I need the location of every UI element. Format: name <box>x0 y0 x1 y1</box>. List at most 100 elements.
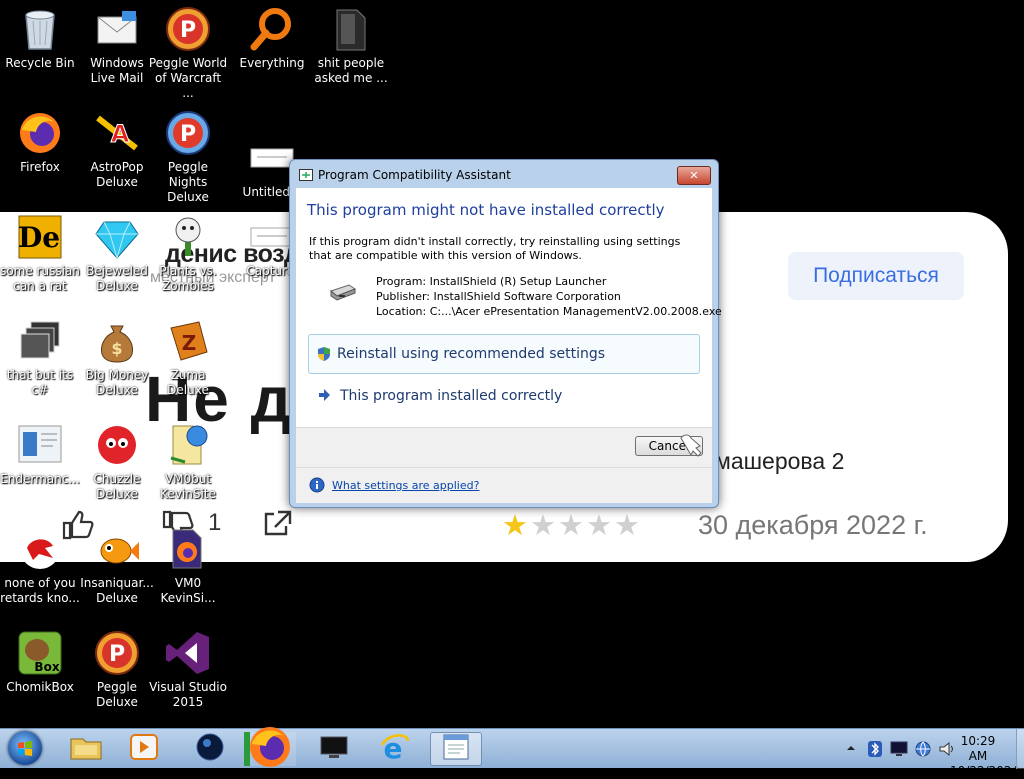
desktop-icon[interactable]: VM0but KevinSite <box>148 422 228 502</box>
taskbar-button[interactable] <box>308 732 360 766</box>
share-icon <box>264 510 292 536</box>
arrow-right-icon <box>319 389 330 401</box>
taskbar-button[interactable] <box>184 732 236 766</box>
reinstall-option-label: Reinstall using recommended settings <box>337 346 606 362</box>
dialog-body: This program might not have installed co… <box>296 188 722 427</box>
firefox-icon <box>247 724 293 774</box>
svg-text:A: A <box>111 120 130 148</box>
desktop-icon[interactable]: De some russian can a rat <box>0 214 80 294</box>
visual-studio-icon <box>165 630 211 676</box>
uac-shield-icon <box>318 347 330 361</box>
desktop-icon-label: Chuzzle Deluxe <box>93 472 141 501</box>
desktop-icon-label: shit people asked me ... <box>314 56 388 85</box>
desktop-icon[interactable]: Insaniquar... Deluxe <box>77 526 157 606</box>
svg-text:P: P <box>109 642 125 667</box>
desktop-icon-label: VM0 KevinSi... <box>160 576 216 605</box>
star-empty-icon: ★ <box>558 508 586 542</box>
desktop-icon[interactable]: none of you retards kno... <box>0 526 80 606</box>
notepad-icon <box>441 733 471 765</box>
review-address: машерова 2 <box>715 448 845 474</box>
taskbar-button[interactable] <box>430 732 482 766</box>
installed-correctly-option[interactable]: This program installed correctly <box>308 380 700 414</box>
desktop-icon[interactable]: Chuzzle Deluxe <box>77 422 157 502</box>
desktop-icon[interactable]: Plants vs. Zombies <box>148 214 228 294</box>
star-empty-icon: ★ <box>586 508 614 542</box>
program-details: Program: InstallShield (R) Setup Launche… <box>376 274 722 319</box>
desktop-icon[interactable]: P Peggle Nights Deluxe <box>148 110 228 205</box>
plants-vs-zombies-icon <box>165 214 211 260</box>
peggle-nights-icon: P <box>165 110 211 156</box>
clock-time: 10:29 AM <box>960 734 996 763</box>
text-file-icon: De <box>17 214 63 260</box>
desktop-icon-label: Firefox <box>20 160 60 174</box>
desktop-icon[interactable]: $ Big Money Deluxe <box>77 318 157 398</box>
everything-search-icon <box>249 6 295 52</box>
review-date: 30 декабря 2022 г. <box>698 510 928 540</box>
folder-icon <box>328 6 374 52</box>
taskbar-button[interactable]: e <box>368 732 420 766</box>
desktop-icon[interactable]: Windows Live Mail <box>77 6 157 86</box>
desktop-icon[interactable]: Everything <box>232 6 312 71</box>
desktop-icon-label: that but its c# <box>6 368 74 397</box>
tray-expand-icon[interactable] <box>846 743 856 753</box>
desktop-icon[interactable]: Endermanc... <box>0 422 80 487</box>
desktop-icon[interactable]: P Peggle World of Warcraft ... <box>148 6 228 101</box>
bluetooth-tray-icon[interactable] <box>866 740 884 758</box>
star-empty-icon: ★ <box>530 508 558 542</box>
desktop-icon-label: VM0but KevinSite <box>160 472 216 501</box>
zuma-icon: Z <box>165 318 211 364</box>
desktop-icon[interactable]: shit people asked me ... <box>311 6 391 86</box>
desktop-icon-label: Recycle Bin <box>5 56 75 70</box>
desktop-icon-label: Peggle Deluxe <box>96 680 138 709</box>
taskbar-button[interactable] <box>244 727 296 767</box>
program-location: Location: C:...\Acer ePresentation Manag… <box>376 305 722 318</box>
desktop-icon-label: Everything <box>239 56 305 70</box>
desktop-icon-label: none of you retards kno... <box>0 576 80 605</box>
svg-text:$: $ <box>111 339 122 358</box>
reinstall-recommended-option[interactable]: Reinstall using recommended settings <box>308 334 700 374</box>
chomikbox-icon: Box <box>17 630 63 676</box>
installed-correctly-label: This program installed correctly <box>340 388 563 404</box>
mouse-cursor-icon <box>680 434 702 457</box>
taskbar-clock[interactable]: 10:29 AM 10/22/2024 <box>950 734 1020 779</box>
desktop-icon[interactable]: Box ChomikBox <box>0 630 80 695</box>
desktop-icon[interactable]: Z Zuma Deluxe <box>148 318 228 398</box>
clock-date: 10/22/2024 <box>950 764 1020 778</box>
desktop-icon[interactable]: that but its c# <box>0 318 80 398</box>
taskbar-button[interactable] <box>60 732 112 766</box>
media-player-icon <box>129 733 159 765</box>
installer-program-icon <box>329 284 357 301</box>
desktop-icon-label: Big Money Deluxe <box>85 368 149 397</box>
desktop-icon[interactable]: A AstroPop Deluxe <box>77 110 157 190</box>
desktop-icon[interactable]: VM0 KevinSi... <box>148 526 228 606</box>
screenshot-file-icon <box>17 422 63 468</box>
program-compatibility-dialog: Program Compatibility Assistant ✕ This p… <box>289 159 722 508</box>
desktop-icon[interactable]: Bejeweled Deluxe <box>77 214 157 294</box>
svg-text:Box: Box <box>34 660 59 674</box>
desktop-icon-label: Windows Live Mail <box>90 56 144 85</box>
compatibility-app-icon <box>299 169 313 181</box>
desktop-icon[interactable]: P Peggle Deluxe <box>77 630 157 710</box>
star-empty-icon: ★ <box>614 508 642 542</box>
monitor-tray-icon[interactable] <box>890 741 908 757</box>
network-tray-icon[interactable] <box>914 740 932 758</box>
file-explorer-icon <box>69 733 103 765</box>
desktop-icon-label: AstroPop Deluxe <box>90 160 144 189</box>
desktop-icon-label: Peggle World of Warcraft ... <box>148 56 228 100</box>
show-desktop-button[interactable] <box>1016 729 1024 769</box>
dialog-footer: Cancel <box>296 427 712 467</box>
star-filled-icon: ★ <box>502 508 530 542</box>
taskbar-button[interactable] <box>118 732 170 766</box>
desktop-icon[interactable]: Visual Studio 2015 <box>148 630 228 710</box>
start-button[interactable] <box>8 731 42 765</box>
close-icon: ✕ <box>689 169 699 182</box>
what-settings-link[interactable]: What settings are applied? <box>332 479 479 492</box>
stacked-windows-icon <box>17 318 63 364</box>
dialog-title: Program Compatibility Assistant <box>318 168 511 182</box>
desktop-icon[interactable]: Firefox <box>0 110 80 175</box>
dialog-link-bar: What settings are applied? <box>296 467 712 503</box>
chuzzle-icon <box>94 422 140 468</box>
desktop-icon[interactable]: Recycle Bin <box>0 6 80 71</box>
network-file-icon <box>165 422 211 468</box>
dialog-close-button[interactable]: ✕ <box>677 166 711 185</box>
